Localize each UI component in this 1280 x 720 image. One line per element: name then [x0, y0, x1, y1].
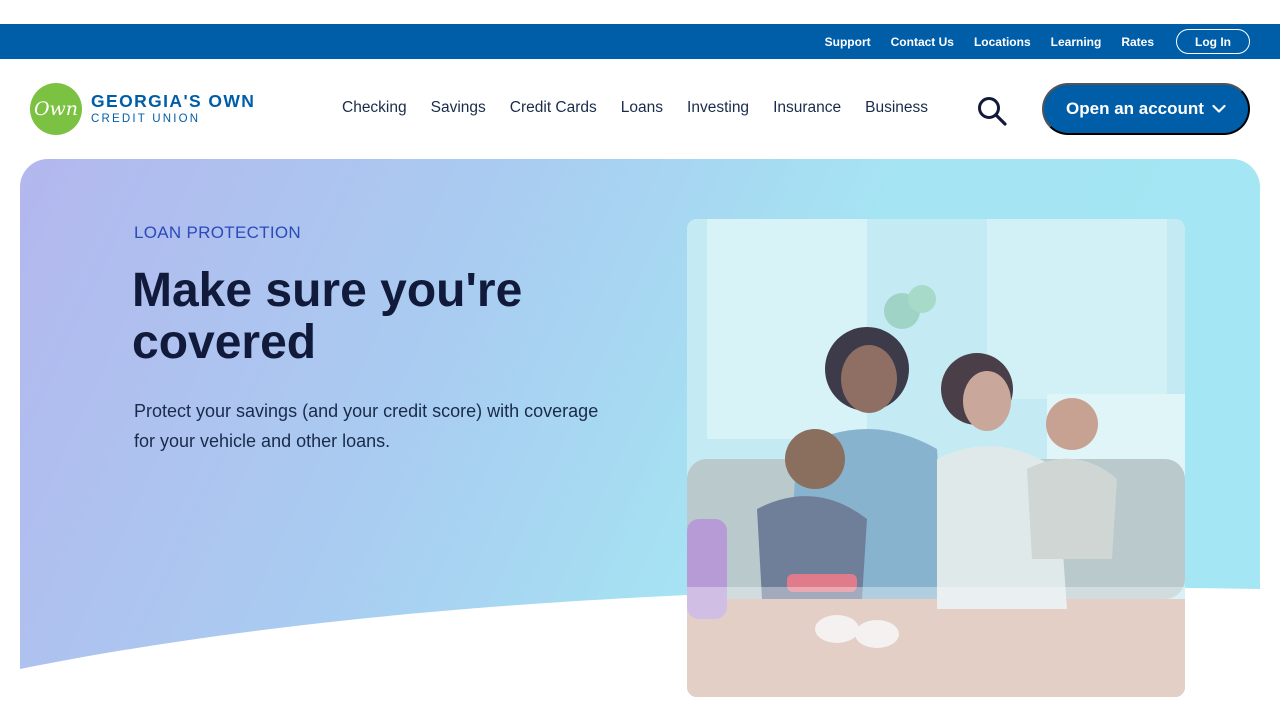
main-nav: Checking Savings Credit Cards Loans Inve…: [342, 99, 952, 117]
login-button[interactable]: Log In: [1176, 29, 1250, 54]
utility-link-support[interactable]: Support: [825, 35, 871, 49]
nav-item-investing[interactable]: Investing: [687, 99, 749, 117]
main-header: Own GEORGIA'S OWN CREDIT UNION Checking …: [0, 59, 1280, 159]
search-button[interactable]: [976, 95, 1008, 127]
utility-bar: Support Contact Us Locations Learning Ra…: [0, 24, 1280, 59]
open-account-label: Open an account: [1066, 99, 1204, 118]
nav-item-savings[interactable]: Savings: [431, 99, 486, 117]
nav-item-credit-cards[interactable]: Credit Cards: [510, 99, 597, 117]
utility-links: Support Contact Us Locations Learning Ra…: [825, 29, 1250, 54]
hero-photo: [687, 219, 1185, 697]
photo-fade: [687, 587, 1185, 697]
nav-item-insurance[interactable]: Insurance: [773, 99, 841, 117]
logo-mark: Own: [30, 83, 82, 135]
open-account-button[interactable]: Open an account: [1042, 83, 1250, 135]
hero-title: Make sure you're covered: [132, 264, 523, 369]
hero-description: Protect your savings (and your credit sc…: [134, 401, 599, 451]
utility-link-learning[interactable]: Learning: [1051, 35, 1102, 49]
logo-name: GEORGIA'S OWN: [91, 91, 256, 111]
nav-item-business[interactable]: Business: [865, 99, 928, 117]
utility-link-contact-us[interactable]: Contact Us: [891, 35, 954, 49]
nav-item-loans[interactable]: Loans: [621, 99, 663, 117]
hero-eyebrow: LOAN PROTECTION: [134, 223, 301, 242]
chevron-down-icon: [1212, 104, 1226, 113]
utility-link-locations[interactable]: Locations: [974, 35, 1031, 49]
logo-subtitle: CREDIT UNION: [91, 112, 201, 125]
nav-item-checking[interactable]: Checking: [342, 99, 407, 117]
brand-logo[interactable]: Own GEORGIA'S OWN CREDIT UNION: [30, 83, 255, 135]
logo-text: GEORGIA'S OWN CREDIT UNION: [91, 91, 256, 125]
search-icon: [978, 97, 1007, 126]
utility-link-rates[interactable]: Rates: [1121, 35, 1154, 49]
